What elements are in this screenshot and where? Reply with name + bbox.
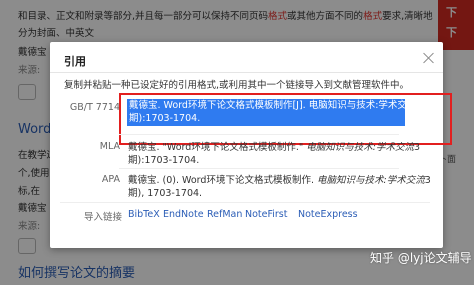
zhihu-watermark: 知乎 @lyj论文辅导	[370, 251, 472, 265]
apa-label: APA	[101, 174, 120, 185]
row-separator	[119, 134, 399, 135]
export-link-bibtex[interactable]: BibTeX	[128, 209, 160, 220]
row-separator	[119, 168, 399, 169]
export-label: 导入链接	[84, 212, 123, 223]
dialog-description: 复制并粘贴一种已设定好的引用格式,或利用其中一个链接导入到文献管理软件中。	[64, 80, 410, 91]
row-separator	[60, 202, 430, 203]
close-icon[interactable]	[422, 51, 436, 65]
export-link-noteexpress[interactable]: NoteExpress	[298, 209, 358, 220]
dialog-title: 引用	[64, 55, 86, 68]
annotation-red-box	[119, 93, 452, 145]
export-link-endnote[interactable]: EndNote	[163, 209, 204, 220]
export-link-notefirst[interactable]: NoteFirst	[245, 209, 287, 220]
dialog-divider	[50, 72, 443, 73]
export-link-refman[interactable]: RefMan	[207, 209, 242, 220]
apa-citation-text[interactable]: 戴德宝. (0). Word环境下论文格式模板制作. 电脑知识与技术:学术交流3…	[128, 174, 431, 200]
mla-citation-text[interactable]: 戴德宝. "Word环境下论文格式模板制作." 电脑知识与技术:学术交流3 期)…	[128, 141, 420, 167]
mla-label: MLA	[99, 141, 120, 152]
gbt-label: GB/T 7714	[69, 102, 120, 113]
